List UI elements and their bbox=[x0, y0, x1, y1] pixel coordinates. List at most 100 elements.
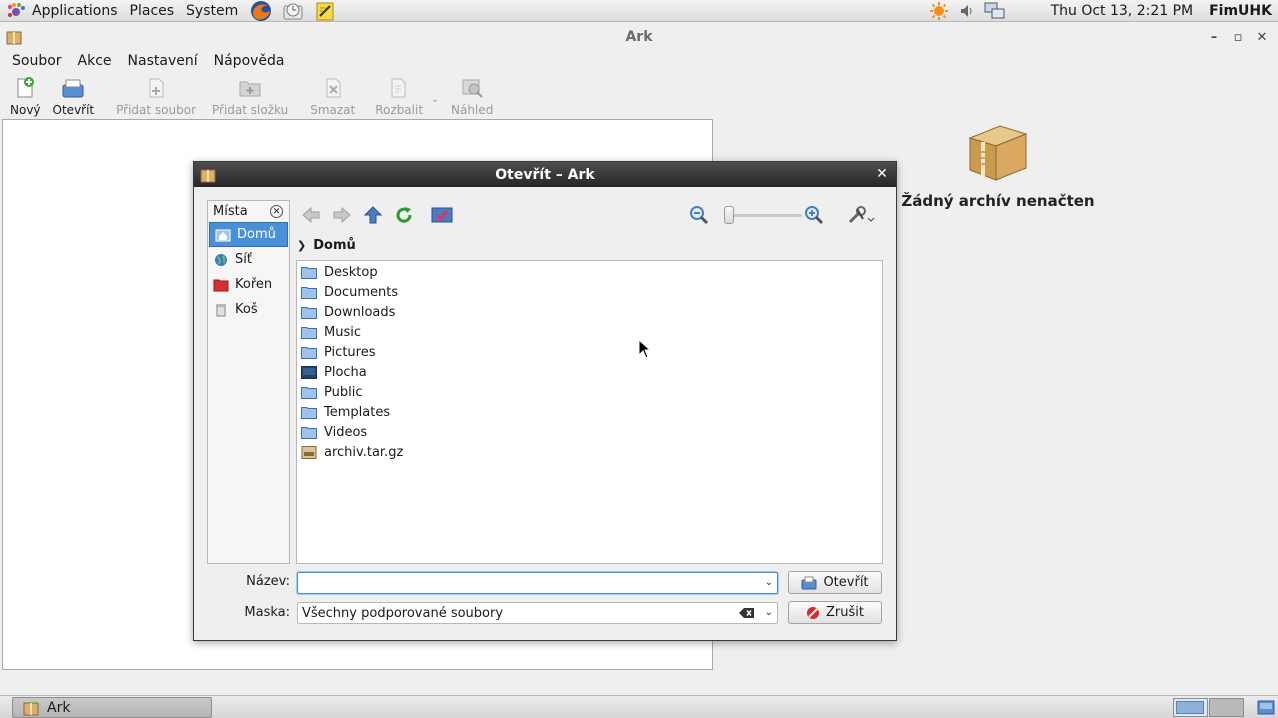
notes-launcher[interactable] bbox=[312, 0, 338, 22]
add-file-label: Přidat soubor bbox=[116, 103, 197, 117]
clear-text-icon[interactable] bbox=[739, 607, 755, 619]
file-name: Desktop bbox=[324, 264, 378, 280]
network-status[interactable] bbox=[984, 0, 1006, 22]
options-button[interactable] bbox=[845, 204, 877, 226]
volume-control[interactable] bbox=[956, 0, 978, 22]
taskbar-item-ark[interactable]: Ark bbox=[12, 697, 212, 718]
place-sit[interactable]: Síť bbox=[208, 247, 289, 272]
network-computers-icon bbox=[984, 2, 1005, 19]
archive-file-icon bbox=[301, 445, 317, 459]
list-item[interactable]: Templates bbox=[297, 402, 882, 422]
no-archive-label: Žádný archív nenačten bbox=[901, 192, 1095, 210]
menu-soubor[interactable]: Soubor bbox=[4, 53, 70, 69]
open-button[interactable]: Otevřít bbox=[788, 571, 882, 594]
list-item[interactable]: Music bbox=[297, 322, 882, 342]
root-icon bbox=[213, 279, 229, 291]
delete-label: Smazat bbox=[310, 103, 356, 117]
back-button[interactable] bbox=[299, 204, 323, 226]
breadcrumb-item-home[interactable]: Domů bbox=[313, 238, 356, 253]
file-type-filter[interactable]: Všechny podporované soubory ⌄ bbox=[297, 602, 778, 624]
show-desktop-icon[interactable] bbox=[1256, 698, 1276, 717]
menu-napoveda[interactable]: Nápověda bbox=[206, 53, 293, 69]
zoom-in-button[interactable] bbox=[802, 204, 826, 226]
zoom-out-button[interactable] bbox=[687, 204, 711, 226]
arrow-left-icon bbox=[302, 206, 320, 224]
list-item[interactable]: Desktop bbox=[297, 262, 882, 282]
list-item[interactable]: Documents bbox=[297, 282, 882, 302]
network-icon bbox=[215, 253, 227, 266]
file-name: Videos bbox=[324, 424, 368, 440]
open-archive-icon bbox=[62, 79, 84, 98]
ark-app-icon bbox=[6, 31, 22, 45]
applications-menu[interactable]: Applications bbox=[0, 0, 124, 22]
update-notifier[interactable] bbox=[928, 0, 950, 22]
desktop-folder-icon bbox=[301, 365, 317, 379]
chevron-down-icon: ⌄ bbox=[430, 93, 440, 105]
reload-button[interactable] bbox=[392, 204, 416, 226]
file-list[interactable]: Desktop Documents Downloads Music Pictur… bbox=[296, 260, 883, 564]
applications-menu-label: Applications bbox=[32, 2, 118, 19]
forward-button[interactable] bbox=[330, 204, 354, 226]
mail-launcher[interactable] bbox=[280, 0, 306, 22]
clock[interactable]: Thu Oct 13, 2:21 PM bbox=[1051, 3, 1194, 19]
cancel-icon bbox=[807, 606, 819, 619]
notes-icon bbox=[316, 2, 334, 20]
file-name: Templates bbox=[324, 404, 391, 420]
preview-label: Náhled bbox=[451, 103, 494, 117]
maximize-button[interactable]: ▫ bbox=[1226, 28, 1250, 46]
add-folder-icon bbox=[239, 81, 261, 97]
workspace-1[interactable] bbox=[1173, 698, 1208, 717]
filename-field[interactable]: ⌄ bbox=[297, 572, 778, 594]
folder-icon bbox=[301, 406, 317, 419]
filename-input[interactable] bbox=[298, 573, 753, 593]
file-name: Downloads bbox=[324, 304, 396, 320]
cancel-button[interactable]: Zrušit bbox=[788, 601, 882, 624]
menu-nastaveni[interactable]: Nastavení bbox=[120, 53, 206, 69]
places-menu[interactable]: Places bbox=[124, 0, 181, 22]
open-archive-button[interactable]: Otevřít bbox=[47, 74, 101, 118]
list-item[interactable]: Videos bbox=[297, 422, 882, 442]
extract-dropdown[interactable]: ⌄ bbox=[429, 74, 441, 118]
add-folder-button[interactable]: Přidat složku bbox=[206, 74, 294, 118]
workspace-2[interactable] bbox=[1209, 698, 1244, 717]
list-item[interactable]: archiv.tar.gz bbox=[297, 442, 882, 462]
breadcrumb[interactable]: ❯ Domů bbox=[297, 235, 356, 255]
menu-akce[interactable]: Akce bbox=[70, 53, 120, 69]
ark-window-titlebar[interactable]: Ark – ▫ ✕ bbox=[0, 26, 1278, 48]
zoom-slider-handle[interactable] bbox=[724, 206, 734, 224]
new-folder-icon bbox=[431, 207, 453, 223]
extract-button[interactable]: Rozbalit bbox=[369, 74, 429, 118]
up-button[interactable] bbox=[361, 204, 385, 226]
minimize-button[interactable]: – bbox=[1202, 28, 1226, 46]
delete-button[interactable]: Smazat bbox=[304, 74, 361, 118]
new-archive-button[interactable]: Nový bbox=[4, 74, 47, 118]
firefox-launcher[interactable] bbox=[248, 0, 274, 22]
zoom-in-icon bbox=[805, 206, 824, 225]
chevron-down-icon[interactable]: ⌄ bbox=[765, 577, 773, 588]
new-folder-button[interactable] bbox=[430, 204, 454, 226]
archive-box-icon bbox=[968, 125, 1028, 181]
no-archive-panel: Žádný archív nenačten bbox=[898, 122, 1098, 210]
system-menu[interactable]: System bbox=[180, 0, 244, 22]
dialog-titlebar[interactable]: Otevřít – Ark ✕ bbox=[194, 162, 896, 187]
list-item[interactable]: Downloads bbox=[297, 302, 882, 322]
list-item[interactable]: Public bbox=[297, 382, 882, 402]
window-controls: – ▫ ✕ bbox=[1202, 28, 1274, 46]
close-places-icon[interactable]: ✕ bbox=[270, 205, 283, 218]
list-item[interactable]: Plocha bbox=[297, 362, 882, 382]
add-file-button[interactable]: Přidat soubor bbox=[110, 74, 202, 118]
name-label: Název: bbox=[246, 574, 290, 589]
reload-icon bbox=[396, 207, 412, 223]
close-button[interactable]: ✕ bbox=[1250, 28, 1274, 46]
place-kos[interactable]: Koš bbox=[208, 297, 289, 322]
user-menu[interactable]: FimUHK bbox=[1209, 3, 1272, 19]
folder-icon bbox=[301, 266, 317, 279]
place-domu[interactable]: Domů bbox=[209, 222, 288, 247]
zoom-slider-track[interactable] bbox=[732, 214, 802, 217]
place-koren[interactable]: Kořen bbox=[208, 272, 289, 297]
preview-button[interactable]: Náhled bbox=[445, 74, 499, 118]
dialog-close-button[interactable]: ✕ bbox=[874, 165, 890, 183]
list-item[interactable]: Pictures bbox=[297, 342, 882, 362]
file-name: Documents bbox=[324, 284, 399, 300]
chevron-down-icon[interactable]: ⌄ bbox=[765, 607, 773, 618]
